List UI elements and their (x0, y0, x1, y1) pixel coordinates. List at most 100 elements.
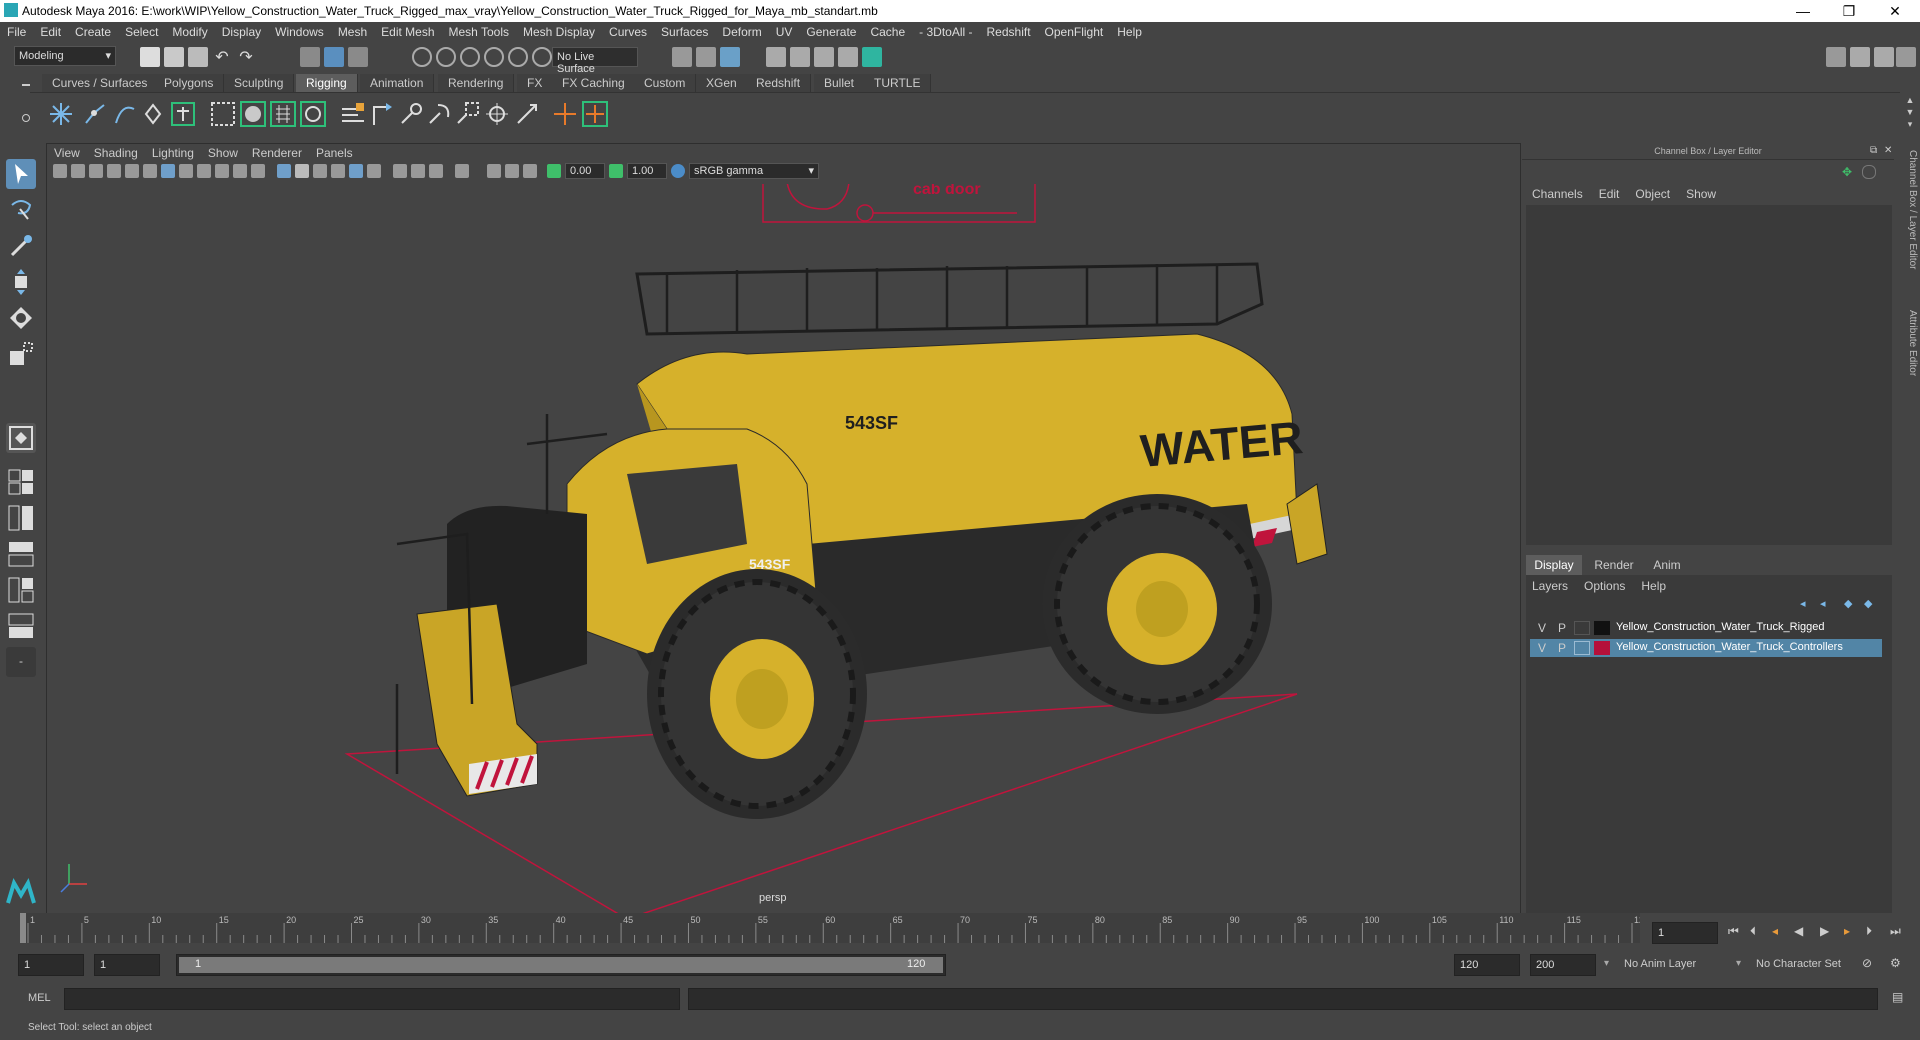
menu-select[interactable]: Select (118, 22, 165, 39)
motion-blur-icon[interactable] (411, 164, 425, 178)
parent-constraint-icon[interactable] (368, 99, 398, 129)
tab-rigging[interactable]: Rigging (296, 74, 358, 92)
viewport-menu-renderer[interactable]: Renderer (245, 144, 309, 162)
two-view-layout-icon[interactable] (6, 611, 36, 641)
move-tool-icon[interactable] (6, 267, 36, 297)
range-slider[interactable]: 1 120 (176, 954, 946, 976)
tab-rendering[interactable]: Rendering (438, 74, 515, 92)
play-forwards-icon[interactable]: ▶ (1820, 924, 1829, 938)
tab-sculpting[interactable]: Sculpting (224, 74, 295, 92)
animation-preferences-icon[interactable]: ⚙ (1890, 956, 1901, 970)
exposure-field[interactable]: 0.00 (565, 163, 605, 179)
viewport-menu-show[interactable]: Show (201, 144, 245, 162)
tab-render[interactable]: Render (1586, 555, 1642, 575)
menu-channel-edit[interactable]: Edit (1591, 185, 1628, 203)
menu-edit[interactable]: Edit (33, 22, 68, 39)
menu-set-dropdown[interactable]: Modeling ▾ (14, 46, 116, 66)
gamma-icon[interactable] (609, 164, 623, 178)
persp-outliner-layout-icon[interactable] (6, 503, 36, 533)
chevron-down-icon[interactable]: ▾ (1604, 958, 1609, 969)
point-constraint-icon[interactable] (396, 99, 426, 129)
snap-point-icon[interactable] (460, 47, 480, 67)
auto-key-icon[interactable]: ⊘ (1862, 956, 1872, 970)
close-panel-icon[interactable]: ✕ (1884, 145, 1894, 157)
color-management-icon[interactable] (671, 164, 685, 178)
new-scene-icon[interactable] (140, 47, 160, 67)
layer-type-toggle[interactable] (1574, 641, 1590, 655)
menu-modify[interactable]: Modify (165, 22, 214, 39)
move-layer-down-icon[interactable]: ◂ (1820, 597, 1834, 610)
go-to-end-icon[interactable]: ⏭ (1890, 924, 1901, 939)
tab-anim[interactable]: Anim (1642, 555, 1692, 575)
menu-mesh-tools[interactable]: Mesh Tools (442, 22, 516, 39)
tab-xgen[interactable]: XGen (696, 74, 748, 92)
render-current-frame-icon[interactable] (790, 47, 810, 67)
menu-redshift[interactable]: Redshift (980, 22, 1038, 39)
step-forward-key-icon[interactable]: ⏵ (1866, 924, 1872, 939)
current-frame-field[interactable]: 1 (1652, 922, 1718, 944)
mirror-joint-icon[interactable] (138, 99, 168, 129)
menu-object[interactable]: Object (1627, 185, 1678, 203)
tab-redshift[interactable]: Redshift (746, 74, 812, 92)
save-scene-icon[interactable] (188, 47, 208, 67)
render-settings-icon[interactable] (838, 47, 858, 67)
manipulator-icon[interactable]: ✥ (1842, 165, 1854, 179)
snap-curve-icon[interactable] (436, 47, 456, 67)
menu-file[interactable]: File (0, 22, 33, 39)
menu-generate[interactable]: Generate (799, 22, 863, 39)
cluster-icon[interactable] (580, 99, 610, 129)
wireframe-icon[interactable] (277, 164, 291, 178)
new-empty-layer-icon[interactable]: ◆ (1844, 597, 1858, 610)
aim-constraint-icon[interactable] (482, 99, 512, 129)
menu-mesh-display[interactable]: Mesh Display (516, 22, 602, 39)
joint-tool-icon[interactable] (46, 99, 76, 129)
attribute-editor-toggle-icon[interactable] (1874, 47, 1894, 67)
layer-row[interactable]: V P Yellow_Construction_Water_Truck_Cont… (1530, 639, 1882, 657)
live-surface-field[interactable]: No Live Surface (552, 47, 638, 75)
menu-help[interactable]: Help (1110, 22, 1149, 39)
anim-layer-dropdown[interactable]: No Anim Layer (1620, 954, 1744, 976)
render-view-icon[interactable] (766, 47, 786, 67)
redo-icon[interactable]: ↷ (236, 47, 256, 67)
input-ops-icon[interactable] (672, 47, 692, 67)
tool-settings-toggle-icon[interactable] (1896, 47, 1916, 67)
channel-list[interactable] (1526, 205, 1892, 545)
smooth-bind-icon[interactable] (238, 99, 268, 129)
select-camera-icon[interactable] (53, 164, 67, 178)
move-layer-up-icon[interactable]: ◂ (1800, 597, 1814, 610)
current-time-marker[interactable] (20, 913, 26, 943)
script-editor-icon[interactable]: ▤ (1892, 990, 1903, 1004)
shelf-scroll-arrows[interactable]: ▲ ▼ ▾ (1904, 94, 1916, 136)
menu-surfaces[interactable]: Surfaces (654, 22, 715, 39)
restore-button[interactable]: ❐ (1826, 0, 1872, 22)
scene-view[interactable]: cab door WATER 543SF 543SF (47, 184, 1520, 914)
menu-mesh[interactable]: Mesh (331, 22, 374, 39)
layer-name[interactable]: Yellow_Construction_Water_Truck_Rigged (1616, 621, 1825, 633)
film-gate-icon[interactable] (179, 164, 193, 178)
layer-name[interactable]: Yellow_Construction_Water_Truck_Controll… (1616, 641, 1843, 653)
layer-visibility-toggle[interactable]: V (1534, 641, 1550, 655)
safe-action-icon[interactable] (251, 164, 265, 178)
lattice-icon[interactable] (268, 99, 298, 129)
paint-weights-icon[interactable] (338, 99, 368, 129)
viewport-menu-shading[interactable]: Shading (87, 144, 145, 162)
xray-icon[interactable] (487, 164, 501, 178)
lasso-tool-icon[interactable] (6, 195, 36, 225)
anti-aliasing-icon[interactable] (429, 164, 443, 178)
image-plane-icon[interactable] (107, 164, 121, 178)
orient-constraint-icon[interactable] (424, 99, 454, 129)
tab-fx-caching[interactable]: FX Caching (552, 74, 636, 92)
scale-tool-icon[interactable] (6, 339, 36, 369)
camera-attributes-icon[interactable] (71, 164, 85, 178)
ipr-render-icon[interactable] (814, 47, 834, 67)
xray-components-icon[interactable] (523, 164, 537, 178)
tab-turtle[interactable]: TURTLE (864, 74, 932, 92)
step-back-frame-icon[interactable]: ◂ (1772, 924, 1778, 938)
layer-color-swatch[interactable] (1594, 641, 1610, 655)
exposure-icon[interactable] (547, 164, 561, 178)
shadows-icon[interactable] (367, 164, 381, 178)
field-chart-icon[interactable] (233, 164, 247, 178)
scale-constraint-icon[interactable] (452, 99, 482, 129)
2d-pan-zoom-icon[interactable] (125, 164, 139, 178)
tab-bullet[interactable]: Bullet (814, 74, 866, 92)
